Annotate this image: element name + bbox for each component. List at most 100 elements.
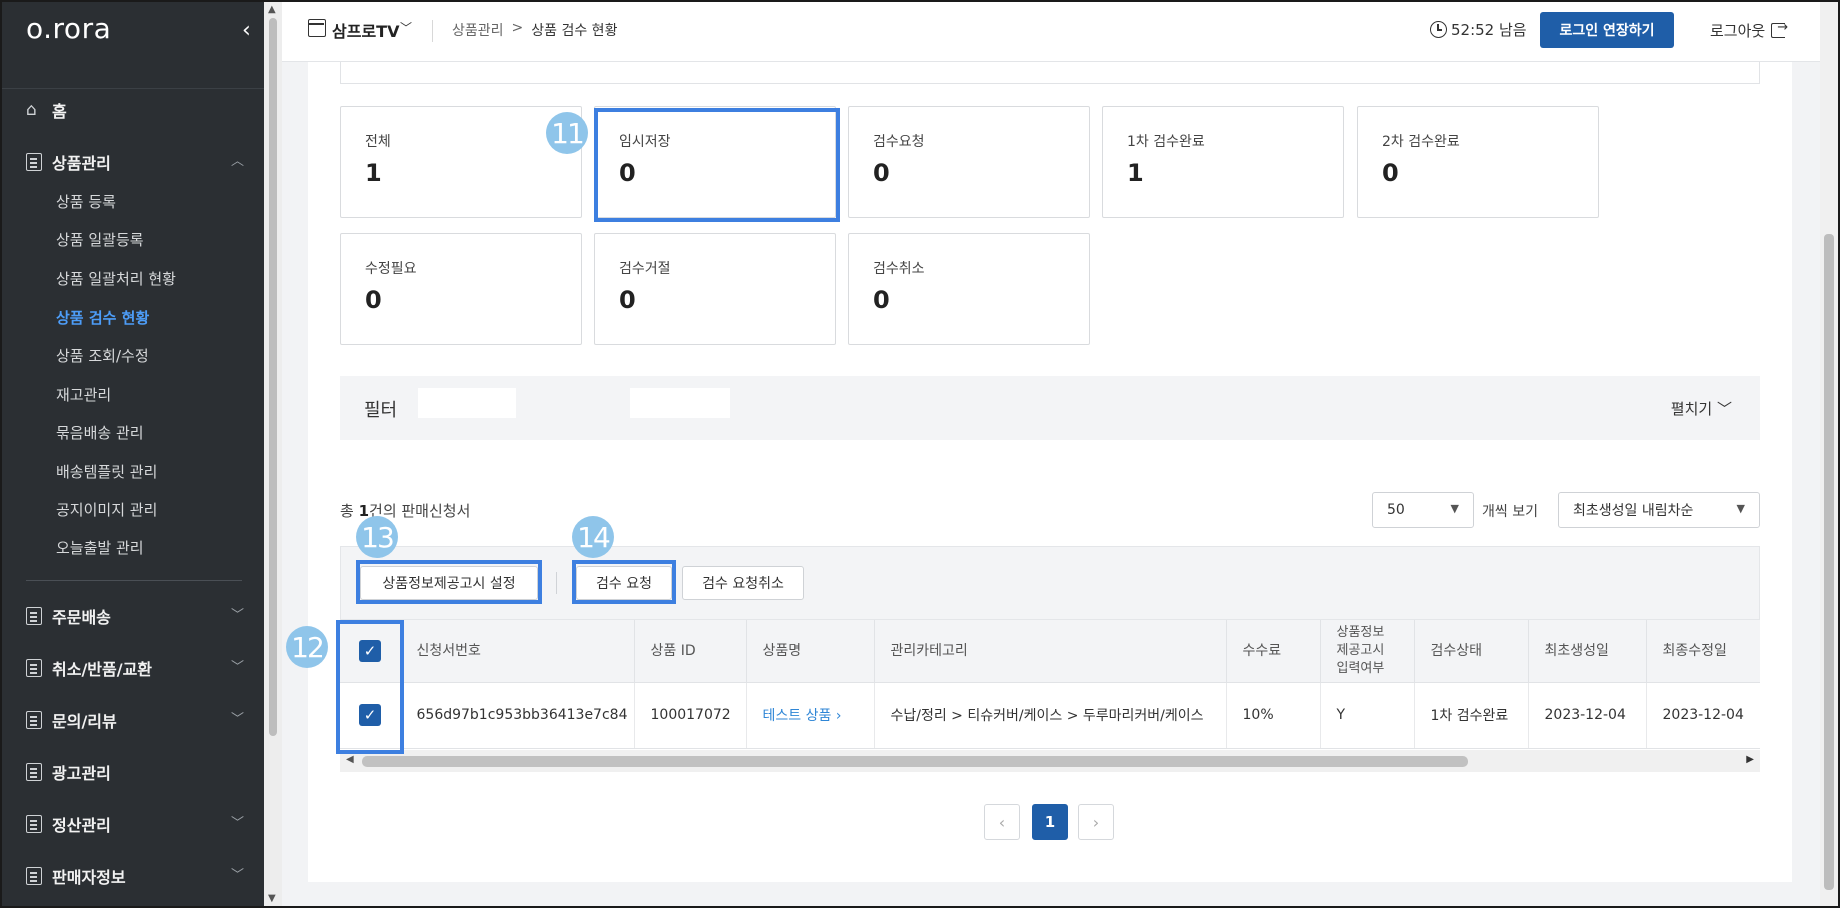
sidebar-item-label: 홈 <box>52 102 67 121</box>
sidebar-item-cancel-return[interactable]: 취소/반품/교환 ﹀ <box>26 654 244 682</box>
breadcrumb-separator: > <box>511 20 524 36</box>
stat-label: 전체 <box>365 134 391 150</box>
caret-down-icon: ▼ <box>1736 502 1745 515</box>
divider <box>432 20 433 42</box>
sidebar-item-order-delivery[interactable]: 주문배송 ﹀ <box>26 602 244 630</box>
collapse-sidebar-icon[interactable]: ‹ <box>242 18 260 44</box>
stat-value: 1 <box>365 159 382 187</box>
column-header[interactable]: 최초생성일 <box>1528 620 1647 683</box>
select-all-checkbox[interactable]: ✓ <box>359 639 381 662</box>
request-review-button[interactable]: 검수 요청 <box>576 566 672 600</box>
sidebar-scrollbar[interactable]: ▲ ▼ <box>264 2 282 906</box>
row-checkbox[interactable]: ✓ <box>359 704 381 726</box>
sidebar-sub-item[interactable]: 공지이미지 관리 <box>56 498 157 522</box>
sidebar-item-product-mgmt[interactable]: 상품관리 ︿ <box>26 148 244 176</box>
scroll-up-icon[interactable]: ▲ <box>268 4 276 15</box>
sidebar-sub-item[interactable]: 상품 일괄처리 현황 <box>56 267 176 291</box>
filter-expand-button[interactable]: 펼치기 ﹀ <box>1671 398 1732 419</box>
document-icon <box>26 763 42 781</box>
page-number-current[interactable]: 1 <box>1032 804 1068 840</box>
column-header[interactable]: 수수료 <box>1226 620 1321 683</box>
scroll-down-icon[interactable]: ▼ <box>268 893 276 904</box>
scrollbar-thumb[interactable] <box>269 18 277 736</box>
logout-button[interactable]: 로그아웃 <box>1710 20 1788 41</box>
sidebar-sub-item[interactable]: 상품 등록 <box>56 190 116 214</box>
annotation-badge: 13 <box>356 516 398 558</box>
sidebar-item-ads[interactable]: 광고관리 <box>26 758 244 786</box>
stat-card-review-requested[interactable]: 검수요청 0 <box>848 106 1090 218</box>
row-checkbox-cell: ✓ <box>340 682 401 749</box>
stat-card-first-review-done[interactable]: 1차 검수완료 1 <box>1102 106 1344 218</box>
logo: o.rora <box>26 12 112 45</box>
scroll-right-icon[interactable]: ▶ <box>1746 754 1754 765</box>
table-horizontal-scrollbar[interactable]: ◀ ▶ <box>340 750 1760 772</box>
sidebar-sub-item[interactable]: 상품 일괄등록 <box>56 228 144 252</box>
next-page-button[interactable]: › <box>1078 804 1114 840</box>
sidebar-item-home[interactable]: ⌂ 홈 <box>26 96 244 124</box>
scrollbar-thumb[interactable] <box>1824 234 1834 890</box>
stat-value: 0 <box>365 286 382 314</box>
filter-title: 필터 <box>364 400 398 421</box>
cell-application-no: 656d97b1c953bb36413e7c84 <box>400 682 635 749</box>
cell-product-id: 100017072 <box>634 682 747 749</box>
column-header[interactable]: 신청서번호 <box>400 620 635 683</box>
stat-card-needs-fix[interactable]: 수정필요 0 <box>340 233 582 345</box>
sidebar-item-settlement[interactable]: 정산관리 ﹀ <box>26 810 244 838</box>
sidebar-item-seller-info[interactable]: 판매자정보 ﹀ <box>26 862 244 890</box>
column-header[interactable]: 관리카테고리 <box>874 620 1227 683</box>
prev-page-button[interactable]: ‹ <box>984 804 1020 840</box>
stat-value: 0 <box>619 159 636 187</box>
cell-notice: Y <box>1320 682 1415 749</box>
page-size-value: 50 <box>1387 502 1405 518</box>
sidebar-sub-item-active[interactable]: 상품 검수 현황 <box>56 306 149 330</box>
sidebar-sub-item[interactable]: 배송템플릿 관리 <box>56 460 157 484</box>
stat-card-second-review-done[interactable]: 2차 검수완료 0 <box>1357 106 1599 218</box>
column-header[interactable]: 최종수정일 <box>1646 620 1760 683</box>
sidebar-item-inquiry-review[interactable]: 문의/리뷰 ﹀ <box>26 706 244 734</box>
logout-icon <box>1771 20 1788 38</box>
sidebar-sub-item[interactable]: 오늘출발 관리 <box>56 536 144 560</box>
total-prefix: 총 <box>340 502 359 520</box>
scroll-left-icon[interactable]: ◀ <box>346 754 354 765</box>
cell-product-name: 테스트 상품 › <box>746 682 875 749</box>
stat-value: 0 <box>873 286 890 314</box>
filter-expand-label: 펼치기 <box>1670 400 1713 418</box>
breadcrumb: 상품관리 > 상품 검수 현황 <box>452 20 617 40</box>
chevron-down-icon[interactable]: ﹀ <box>400 19 412 36</box>
column-header[interactable]: 검수상태 <box>1414 620 1529 683</box>
action-bar <box>340 546 1760 620</box>
scrollbar-thumb[interactable] <box>362 756 1468 767</box>
page-scrollbar[interactable] <box>1820 2 1838 906</box>
notice-setting-button[interactable]: 상품정보제공고시 설정 <box>360 566 538 600</box>
stat-label: 검수취소 <box>873 261 925 277</box>
page-size-select[interactable]: 50 ▼ <box>1372 492 1474 528</box>
store-selector[interactable]: 삼프로TV <box>332 18 399 42</box>
document-icon <box>26 153 42 171</box>
sidebar-item-label: 정산관리 <box>52 816 111 835</box>
column-header[interactable]: 상품명 <box>746 620 875 683</box>
header-checkbox-cell: ✓ <box>340 620 401 683</box>
stat-card-cancelled[interactable]: 검수취소 0 <box>848 233 1090 345</box>
column-header[interactable]: 상품 ID <box>634 620 747 683</box>
cell-fee: 10% <box>1226 682 1321 749</box>
column-header[interactable]: 상품정보 제공고시 입력여부 <box>1320 620 1415 683</box>
stat-label: 검수거절 <box>619 261 671 277</box>
extend-login-button[interactable]: 로그인 연장하기 <box>1540 12 1674 48</box>
redacted-area <box>630 388 730 418</box>
document-icon <box>26 659 42 677</box>
sidebar-sub-item[interactable]: 재고관리 <box>56 383 111 407</box>
cancel-review-request-button[interactable]: 검수 요청취소 <box>682 566 804 600</box>
sort-select[interactable]: 최초생성일 내림차순 ▼ <box>1558 492 1760 528</box>
stat-card-rejected[interactable]: 검수거절 0 <box>594 233 836 345</box>
annotation-badge: 12 <box>286 626 328 668</box>
product-name-link[interactable]: 테스트 상품 › <box>763 708 842 724</box>
sidebar-item-label: 주문배송 <box>52 608 111 627</box>
stat-card-draft[interactable]: 임시저장 0 <box>594 106 836 218</box>
table-header-row: ✓ 신청서번호 상품 ID 상품명 관리카테고리 수수료 상품정보 제공고시 입… <box>340 620 1760 683</box>
stat-value: 0 <box>873 159 890 187</box>
sidebar-sub-item[interactable]: 상품 조회/수정 <box>56 344 149 368</box>
sidebar-sub-item[interactable]: 묶음배송 관리 <box>56 421 144 445</box>
stat-card-all[interactable]: 전체 1 <box>340 106 582 218</box>
application-table: ✓ 신청서번호 상품 ID 상품명 관리카테고리 수수료 상품정보 제공고시 입… <box>340 620 1760 749</box>
breadcrumb-parent[interactable]: 상품관리 <box>452 20 504 40</box>
